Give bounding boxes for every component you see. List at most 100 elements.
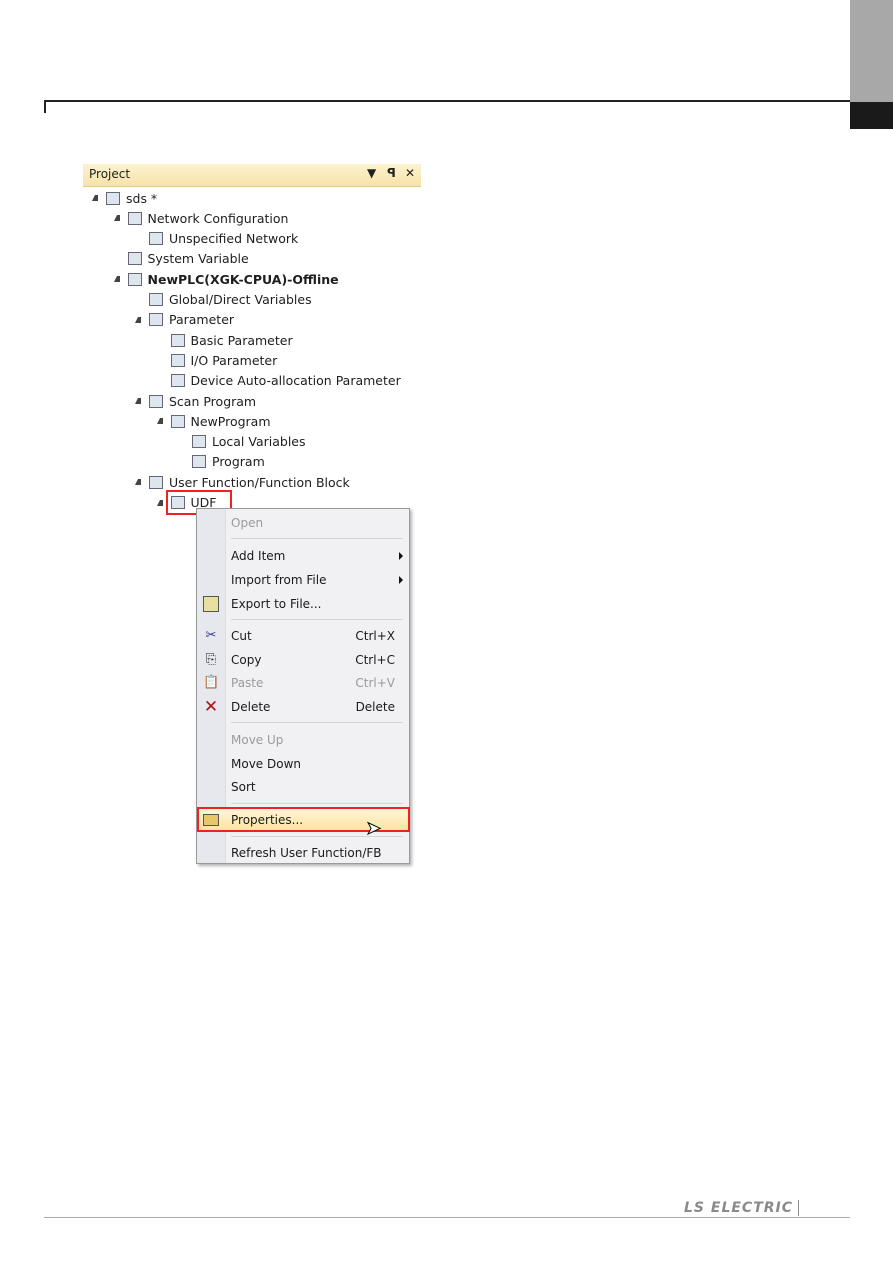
scan-program-icon <box>149 394 163 408</box>
network-icon <box>127 211 142 225</box>
project-icon <box>106 191 120 205</box>
global-variable-icon <box>149 293 163 306</box>
plc-icon <box>127 272 142 286</box>
local-variables-icon <box>192 435 206 449</box>
tree-item[interactable]: Network Configuration <box>113 208 289 228</box>
close-icon[interactable]: ✕ <box>405 166 415 180</box>
expand-triangle-icon[interactable] <box>156 499 163 506</box>
menu-separator <box>231 803 403 804</box>
tree-item-label: sds * <box>126 190 158 206</box>
tree-item-label: Network Configuration <box>147 210 289 226</box>
program-icon <box>170 414 185 428</box>
menu-item-move-down[interactable]: Move Down <box>197 753 409 775</box>
tree-item[interactable]: Program <box>178 452 265 472</box>
triangle-down-icon[interactable]: ▼ <box>367 166 376 180</box>
program-icon <box>192 455 206 469</box>
import-label: Import from File <box>231 573 327 587</box>
plc-icon <box>149 232 163 246</box>
tree-item-label: Scan Program <box>169 393 257 409</box>
tree-item[interactable]: Parameter <box>135 310 234 330</box>
export-icon <box>203 596 219 612</box>
io-parameter-icon <box>170 353 185 367</box>
cut-label: Cut <box>231 629 252 643</box>
menu-item-move-up[interactable]: Move Up <box>197 729 409 751</box>
system-variable-icon <box>127 252 142 266</box>
chapter-tab <box>850 0 893 102</box>
tree-item-label: Global/Direct Variables <box>169 292 312 307</box>
expand-triangle-icon[interactable] <box>135 479 141 486</box>
menu-item-copy[interactable]: ⎘ Copy Ctrl+C <box>197 649 409 671</box>
chapter-tab-marker <box>850 102 893 129</box>
parameter-icon <box>149 313 163 327</box>
tree-item-label: Unspecified Network <box>169 231 299 247</box>
tree-item-label: Basic Parameter <box>190 332 293 348</box>
menu-item-sort[interactable]: Sort <box>197 776 409 798</box>
tree-item-label: System Variable <box>147 251 249 267</box>
sort-label: Sort <box>231 780 256 794</box>
footer-rule <box>44 1217 850 1218</box>
menu-item-import[interactable]: Import from File <box>197 569 409 591</box>
delete-x-icon: ✕ <box>203 697 219 717</box>
menu-item-refresh[interactable]: Refresh User Function/FB <box>197 842 409 864</box>
expand-triangle-icon[interactable] <box>92 195 98 201</box>
tree-item[interactable]: I/O Parameter <box>157 350 278 370</box>
refresh-label: Refresh User Function/FB <box>231 846 382 860</box>
tree-item-label: I/O Parameter <box>190 352 278 368</box>
paste-icon: 📋 <box>203 675 220 690</box>
tree-item[interactable]: Global/Direct Variables <box>135 290 312 310</box>
tree-item-label: Local Variables <box>212 434 306 450</box>
paste-shortcut: Ctrl+V <box>355 676 395 690</box>
expand-triangle-icon[interactable] <box>113 215 120 222</box>
open-label: Open <box>231 516 264 530</box>
export-label: Export to File... <box>231 597 322 611</box>
footer-divider <box>798 1200 799 1216</box>
expand-triangle-icon[interactable] <box>113 276 120 283</box>
mouse-cursor-icon: ➤ <box>365 818 382 840</box>
user-function-icon <box>149 475 163 489</box>
delete-label: Delete <box>231 700 271 714</box>
header-rule-tick <box>44 100 46 113</box>
project-panel-header: Project ▼ ꟼ ✕ <box>83 164 421 187</box>
tree-item[interactable]: Basic Parameter <box>157 330 293 350</box>
menu-item-add-item[interactable]: Add Item <box>197 545 409 567</box>
cut-shortcut: Ctrl+X <box>355 629 395 643</box>
tree-item[interactable]: Unspecified Network <box>135 229 298 249</box>
menu-separator <box>231 722 403 723</box>
panel-title: Project <box>89 167 131 181</box>
paste-label: Paste <box>231 676 264 690</box>
copy-shortcut: Ctrl+C <box>355 653 395 667</box>
submenu-arrow-icon <box>399 576 403 584</box>
tree-item[interactable]: Local Variables <box>178 432 306 452</box>
menu-item-paste[interactable]: 📋 Paste Ctrl+V <box>197 672 409 694</box>
menu-item-open[interactable]: Open <box>197 512 409 534</box>
tree-item-label: NewPLC(XGK-CPUA)-Offline <box>147 271 339 287</box>
menu-item-cut[interactable]: ✂ Cut Ctrl+X <box>197 625 409 647</box>
expand-triangle-icon[interactable] <box>156 418 163 425</box>
tree-item[interactable]: Device Auto-allocation Parameter <box>157 371 401 391</box>
tree-item-label: NewProgram <box>190 413 271 429</box>
copy-icon: ⎘ <box>205 652 217 667</box>
ls-electric-logo: LS ELECTRIC <box>684 1200 793 1216</box>
pin-icon[interactable]: ꟼ <box>387 166 396 180</box>
tree-item-label: Parameter <box>169 312 235 328</box>
tree-item[interactable]: NewProgram <box>156 411 271 431</box>
tree-item[interactable]: sds * <box>92 188 157 208</box>
tree-item[interactable]: NewPLC(XGK-CPUA)-Offline <box>113 269 339 289</box>
menu-separator <box>231 538 403 539</box>
tree-item-label: Program <box>212 454 265 470</box>
expand-triangle-icon[interactable] <box>135 398 141 404</box>
copy-label: Copy <box>231 653 262 667</box>
tree-item-label: Device Auto-allocation Parameter <box>190 373 401 389</box>
submenu-arrow-icon <box>399 552 403 560</box>
add-item-label: Add Item <box>231 549 286 563</box>
menu-item-delete[interactable]: ✕ Delete Delete <box>197 696 409 718</box>
menu-separator <box>231 619 403 620</box>
header-rule <box>44 100 850 102</box>
delete-shortcut: Delete <box>355 700 395 714</box>
tree-item[interactable]: Scan Program <box>135 391 256 411</box>
device-parameter-icon <box>170 374 185 388</box>
move-down-label: Move Down <box>231 757 301 771</box>
tree-item[interactable]: System Variable <box>114 249 249 269</box>
menu-item-export[interactable]: Export to File... <box>197 593 409 615</box>
expand-triangle-icon[interactable] <box>135 316 141 323</box>
